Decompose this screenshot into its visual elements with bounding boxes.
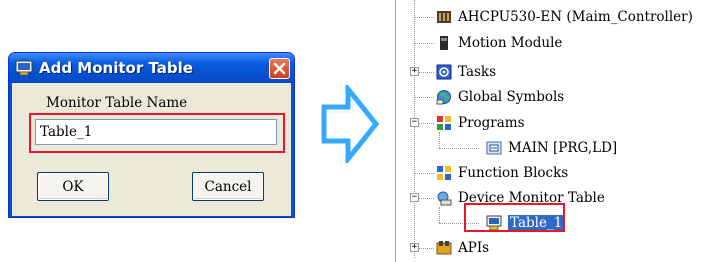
function-blocks-icon (436, 165, 452, 181)
dialog-title: Add Monitor Table (39, 59, 193, 77)
highlight-box (464, 203, 565, 232)
cpu-icon (436, 9, 452, 25)
programs-icon (436, 115, 452, 131)
highlight-box (29, 113, 285, 153)
tree-item-main-program[interactable]: MAIN [PRG,LD] (486, 138, 617, 158)
collapse-device-monitor-toggle[interactable]: − (410, 193, 419, 202)
tree-item-global-symbols[interactable]: Global Symbols (436, 87, 564, 107)
expand-tasks-toggle[interactable]: + (410, 67, 419, 76)
ok-button[interactable]: OK (37, 172, 109, 201)
tree-item-label: Function Blocks (458, 165, 569, 181)
tree-item-label: Global Symbols (458, 89, 565, 105)
dialog-titlebar[interactable]: Add Monitor Table (9, 53, 294, 83)
device-monitor-icon (436, 190, 452, 206)
tree-item-motion-module[interactable]: Motion Module (436, 33, 562, 53)
tree-item-tasks[interactable]: Tasks (436, 62, 496, 82)
globe-icon (436, 89, 452, 105)
arrow-right-icon (321, 85, 380, 163)
tree-item-label: Programs (458, 115, 525, 131)
expand-apis-toggle[interactable]: + (410, 243, 419, 252)
tree-item-cpu[interactable]: AHCPU530-EN (Maim_Controller) (436, 7, 693, 27)
monitor-table-name-input[interactable] (35, 119, 277, 145)
monitor-table-name-label: Monitor Table Name (46, 95, 188, 111)
close-button[interactable] (269, 57, 290, 79)
dialog-body: Monitor Table Name OK Cancel (9, 83, 294, 217)
tree-item-apis[interactable]: APIs (436, 238, 489, 258)
collapse-programs-toggle[interactable]: − (410, 118, 419, 127)
cancel-button[interactable]: Cancel (192, 172, 264, 201)
tree-item-programs[interactable]: Programs (436, 113, 525, 133)
tree-item-function-blocks[interactable]: Function Blocks (436, 163, 568, 183)
tree-item-label: AHCPU530-EN (Maim_Controller) (458, 9, 693, 25)
apis-icon (436, 240, 452, 256)
close-icon (273, 62, 286, 74)
monitor-icon (15, 60, 33, 76)
tree-item-label: MAIN [PRG,LD] (508, 140, 618, 156)
tree-item-label: APIs (458, 240, 490, 256)
program-icon (486, 140, 502, 156)
tasks-icon (436, 64, 452, 80)
tree-item-label: Motion Module (458, 35, 563, 51)
tree-item-label: Tasks (458, 64, 497, 80)
module-icon (436, 35, 452, 51)
add-monitor-table-dialog: Add Monitor Table Monitor Table Name OK … (8, 52, 295, 218)
